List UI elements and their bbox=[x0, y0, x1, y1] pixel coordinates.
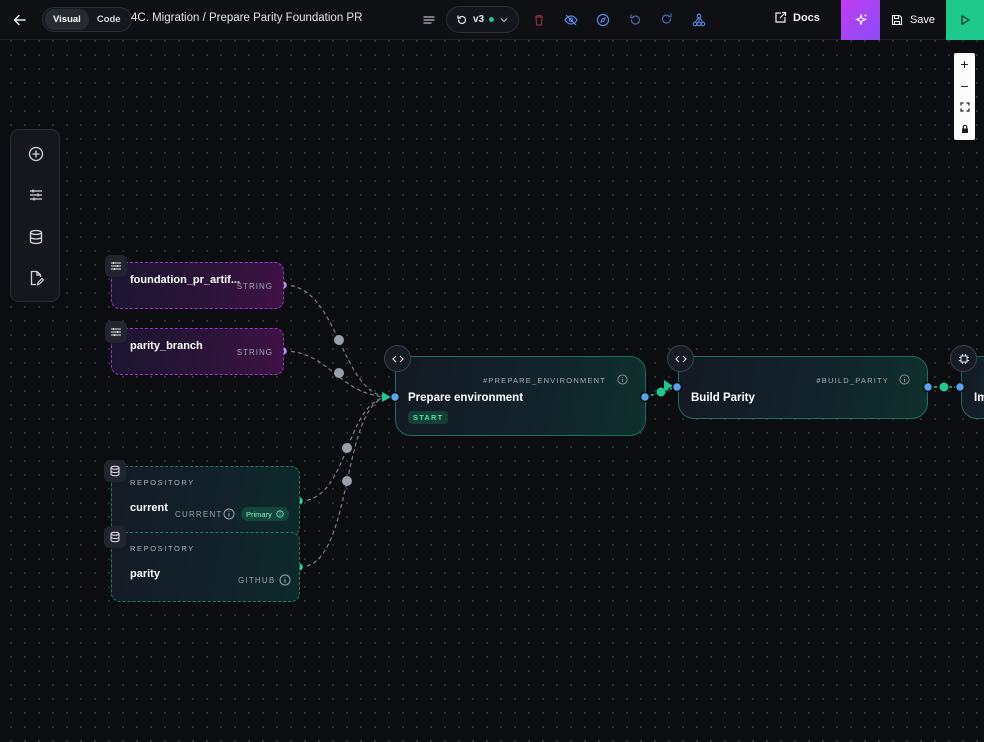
repository-badge bbox=[104, 526, 126, 548]
left-toolbar bbox=[10, 129, 60, 302]
docs-label: Docs bbox=[793, 11, 820, 24]
info-icon[interactable] bbox=[617, 374, 628, 385]
history-icon bbox=[457, 14, 466, 24]
input-badge bbox=[105, 321, 127, 343]
repository-node-current[interactable]: REPOSITORY current CURRENT Primary bbox=[111, 466, 300, 536]
input-label: parity_branch bbox=[130, 340, 203, 352]
tab-code[interactable]: Code bbox=[89, 9, 129, 30]
menu-lines-icon[interactable] bbox=[421, 12, 437, 28]
sliders-icon bbox=[111, 262, 121, 270]
repository-kicker: REPOSITORY bbox=[130, 544, 195, 553]
start-badge: START bbox=[408, 411, 449, 424]
wire-handle bbox=[334, 335, 344, 345]
version-label: v3 bbox=[472, 14, 485, 25]
wire-handle bbox=[334, 368, 344, 378]
repository-kicker: REPOSITORY bbox=[130, 478, 195, 487]
step-id: #BUILD_PARITY bbox=[816, 376, 889, 385]
chevron-down-icon bbox=[500, 17, 508, 22]
repository-label: parity bbox=[130, 568, 160, 580]
repository-label: current bbox=[130, 502, 168, 514]
wire-handle bbox=[342, 443, 352, 453]
save-label: Save bbox=[909, 14, 936, 26]
trash-icon[interactable] bbox=[531, 12, 547, 28]
sparkles-icon bbox=[854, 13, 867, 26]
breadcrumb: 4C. Migration / Prepare Parity Foundatio… bbox=[131, 12, 363, 24]
ai-assistant-button[interactable] bbox=[841, 0, 880, 40]
save-icon bbox=[891, 14, 903, 26]
step-id: #PREPARE_ENVIRONMENT bbox=[482, 376, 606, 385]
wire-handle-green bbox=[938, 381, 950, 393]
fit-view-icon bbox=[959, 102, 970, 112]
input-label: foundation_pr_artif... bbox=[130, 274, 240, 286]
step-badge bbox=[384, 345, 411, 372]
undo-icon[interactable] bbox=[627, 12, 643, 28]
lock-button[interactable] bbox=[954, 118, 975, 140]
repositories-icon[interactable] bbox=[27, 228, 45, 246]
mode-toggle: Visual Code bbox=[42, 7, 132, 32]
hierarchy-icon[interactable] bbox=[691, 12, 707, 28]
cpu-icon bbox=[958, 353, 969, 364]
workflow-editor: Visual Code 4C. Migration / Prepare Pari… bbox=[0, 0, 984, 742]
database-icon bbox=[110, 531, 120, 543]
sliders-icon bbox=[111, 328, 121, 336]
zoom-out-button[interactable]: − bbox=[954, 75, 975, 97]
arrow-into-build bbox=[664, 380, 673, 391]
add-node-icon[interactable] bbox=[27, 145, 45, 163]
step-node-build-parity[interactable]: #BUILD_PARITY Build Parity bbox=[678, 356, 928, 419]
repository-node-parity[interactable]: REPOSITORY parity GITHUB bbox=[111, 532, 300, 602]
primary-badge-label: Primary bbox=[246, 509, 272, 519]
code-icon bbox=[391, 355, 404, 362]
repository-kind: GITHUB bbox=[238, 576, 276, 585]
back-button[interactable] bbox=[6, 6, 34, 34]
redo-icon[interactable] bbox=[659, 11, 675, 27]
top-bar: Visual Code 4C. Migration / Prepare Pari… bbox=[0, 0, 984, 40]
save-button[interactable]: Save bbox=[880, 0, 946, 40]
tab-visual[interactable]: Visual bbox=[45, 9, 89, 30]
fit-view-button[interactable] bbox=[954, 97, 975, 119]
arrow-into-prepare bbox=[382, 392, 391, 402]
minus-icon: − bbox=[960, 77, 969, 94]
zoom-in-button[interactable]: + bbox=[954, 53, 975, 75]
external-link-icon bbox=[775, 11, 787, 23]
step-title: Build Parity bbox=[691, 392, 755, 404]
wire-handle bbox=[342, 476, 352, 486]
primary-badge: Primary bbox=[241, 507, 289, 521]
step-badge bbox=[950, 345, 977, 372]
database-icon bbox=[110, 465, 120, 477]
info-icon[interactable] bbox=[223, 508, 235, 520]
docs-link[interactable]: Docs bbox=[774, 11, 820, 24]
zoom-controls: + − bbox=[954, 53, 975, 140]
arrow-left-icon bbox=[13, 14, 26, 26]
lock-icon bbox=[961, 124, 968, 134]
input-badge bbox=[105, 255, 127, 277]
eye-off-icon[interactable] bbox=[563, 12, 579, 28]
inputs-icon[interactable] bbox=[27, 186, 45, 204]
input-node-parity-branch[interactable]: parity_branch STRING bbox=[111, 328, 284, 375]
info-icon bbox=[276, 510, 284, 518]
repository-kind: CURRENT bbox=[175, 510, 223, 519]
info-icon[interactable] bbox=[899, 374, 910, 385]
input-node-foundation-pr-artifact[interactable]: foundation_pr_artif... STRING bbox=[111, 262, 284, 309]
step-badge bbox=[667, 345, 694, 372]
info-icon[interactable] bbox=[279, 574, 291, 586]
run-button[interactable] bbox=[946, 0, 984, 40]
repository-badge bbox=[104, 460, 126, 482]
plus-icon: + bbox=[960, 55, 969, 72]
step-node-prepare-environment[interactable]: #PREPARE_ENVIRONMENT Prepare environment… bbox=[395, 356, 646, 436]
code-icon bbox=[674, 355, 687, 362]
version-status-dot bbox=[489, 17, 495, 22]
input-type: STRING bbox=[236, 282, 273, 291]
input-type: STRING bbox=[236, 348, 273, 357]
compass-icon[interactable] bbox=[595, 12, 611, 28]
step-title: Prepare environment bbox=[408, 392, 524, 404]
play-icon bbox=[961, 15, 970, 25]
version-selector[interactable]: v3 bbox=[446, 6, 519, 33]
edit-file-icon[interactable] bbox=[27, 269, 45, 287]
step-title: Im bbox=[974, 392, 984, 404]
